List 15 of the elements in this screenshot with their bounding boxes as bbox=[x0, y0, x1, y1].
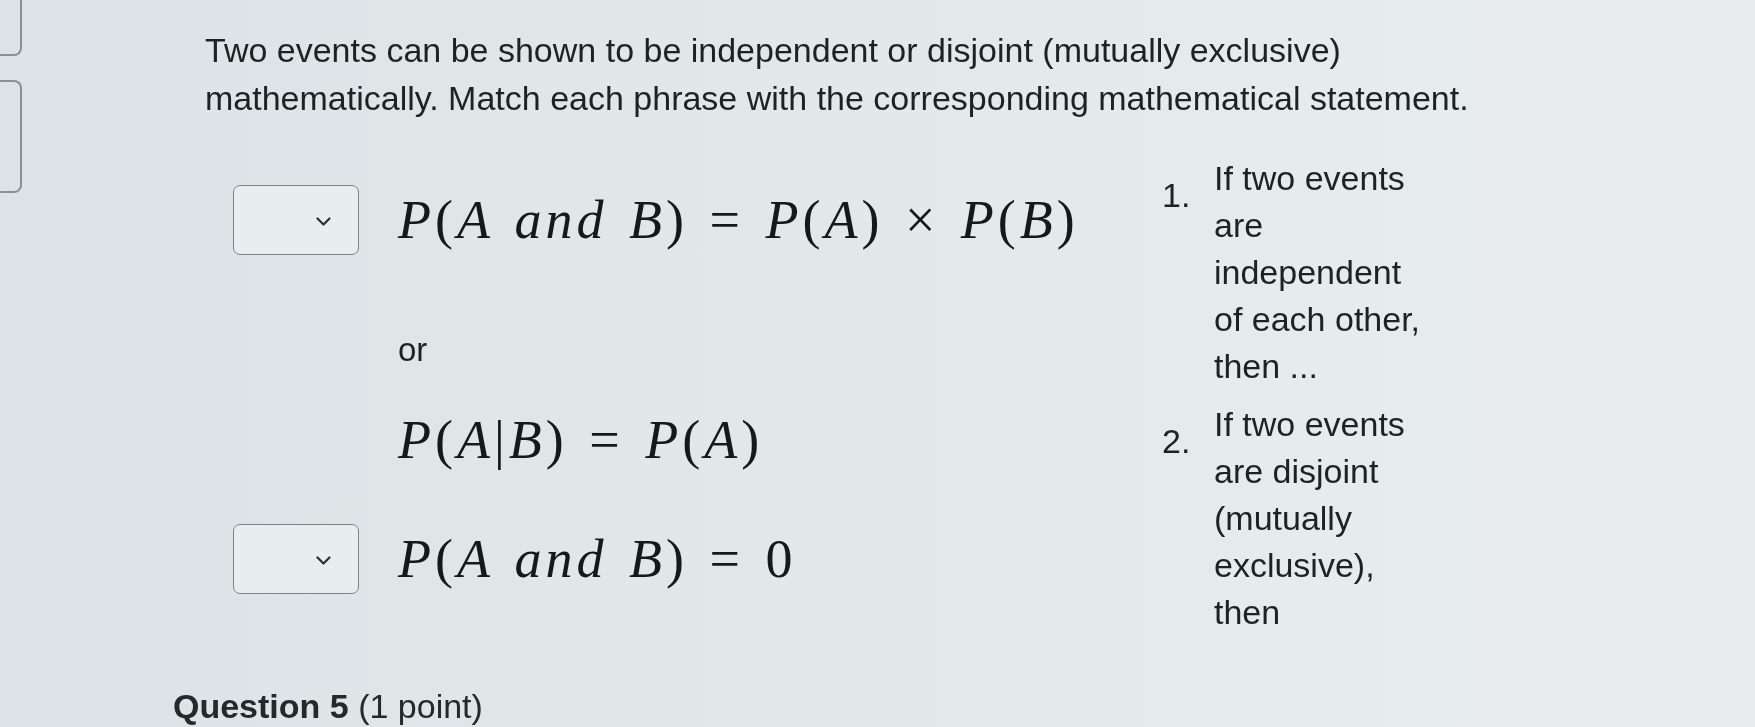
phrase-text: If two events are disjoint (mutually exclusive), then bbox=[1214, 404, 1406, 633]
chevron-down-icon bbox=[316, 556, 331, 565]
phrase-text: If two events are independent of each other, then ... bbox=[1214, 158, 1422, 387]
question-heading: Question 5 (1 point) bbox=[173, 687, 483, 725]
list-number: 1. bbox=[1162, 175, 1192, 216]
answer-dropdown[interactable] bbox=[233, 185, 359, 255]
list-number: 2. bbox=[1162, 421, 1192, 462]
side-card-edge bbox=[0, 0, 22, 56]
chevron-down-icon bbox=[316, 217, 331, 226]
math-expression: P(A|B) = P(A) bbox=[398, 410, 764, 470]
math-expression: P(A and B) = 0 bbox=[398, 529, 797, 589]
math-expression: P(A and B) = P(A) × P(B) bbox=[398, 190, 1079, 250]
connector-text: or bbox=[398, 331, 428, 368]
answer-dropdown[interactable] bbox=[233, 524, 359, 594]
question-prompt: Two events can be shown to be independent or disjoint (mutually exclusive) mathematically. Match each phrase with the corresponding mathematical statement. bbox=[205, 30, 1470, 119]
